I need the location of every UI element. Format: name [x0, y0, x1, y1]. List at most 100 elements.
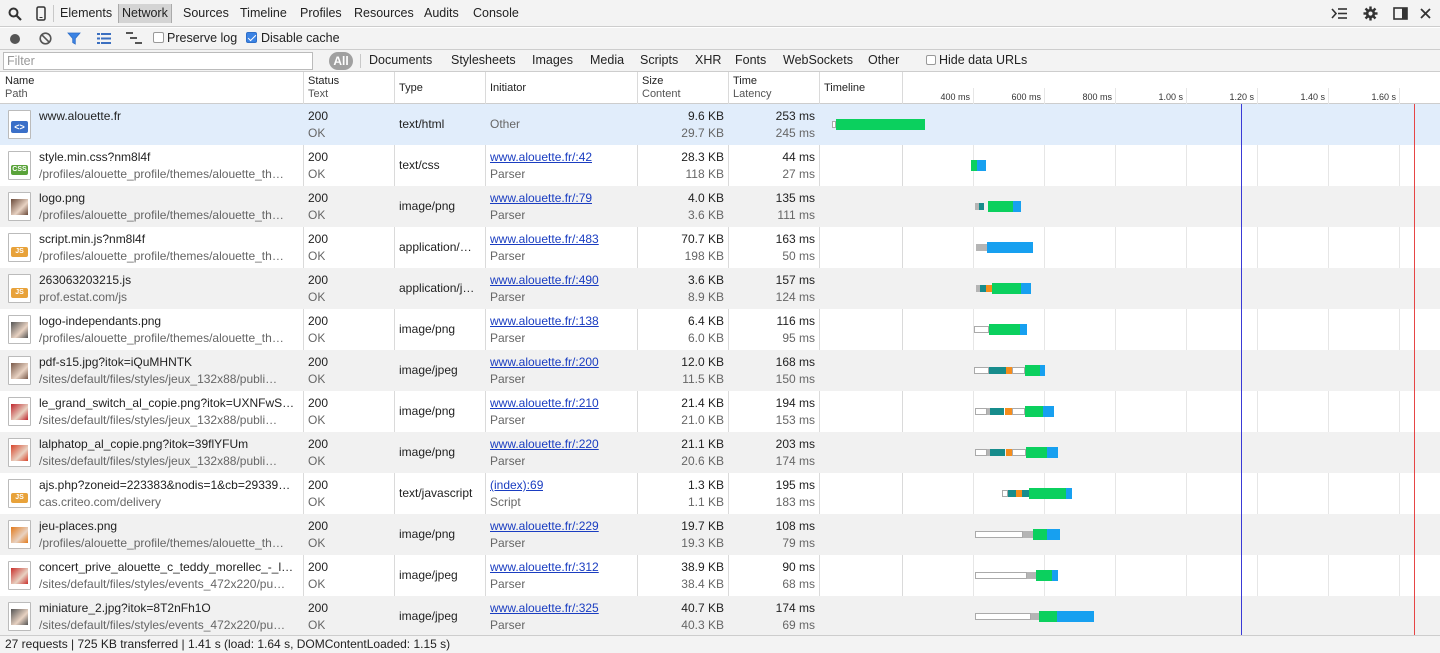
network-request-row[interactable]: <> www.alouette.fr 200 OK text/html Other 9.6 … [0, 104, 1440, 145]
inspect-search-icon[interactable] [8, 7, 22, 21]
request-name[interactable]: le_grand_switch_al_copie.png?itok=UXNFwS… [39, 395, 297, 412]
dock-side-icon[interactable] [1393, 7, 1408, 20]
status-text: OK [308, 249, 326, 263]
tab-timeline[interactable]: Timeline [240, 4, 287, 23]
filter-scripts[interactable]: Scripts [640, 53, 678, 67]
device-mode-icon[interactable] [36, 6, 46, 21]
tab-profiles[interactable]: Profiles [300, 4, 342, 23]
timeline-bar-wait [975, 449, 987, 456]
column-header-size[interactable]: Size Content [642, 75, 681, 101]
disable-cache-label[interactable]: Disable cache [261, 31, 340, 45]
network-request-row[interactable]: lalphatop_al_copie.png?itok=39flYFUm/sit… [0, 432, 1440, 473]
gear-icon[interactable] [1363, 6, 1378, 21]
column-header-name[interactable]: Name Path [5, 75, 34, 101]
filter-icon[interactable] [67, 32, 81, 45]
timeline-tick-label: 600 ms [1011, 92, 1041, 102]
request-initiator-link[interactable]: www.alouette.fr/:42 [490, 149, 592, 166]
network-request-row[interactable]: le_grand_switch_al_copie.png?itok=UXNFwS… [0, 391, 1440, 432]
request-initiator-link[interactable]: www.alouette.fr/:490 [490, 272, 599, 289]
request-name[interactable]: pdf-s15.jpg?itok=iQuMHNTK [39, 354, 297, 371]
network-request-row[interactable]: concert_prive_alouette_c_teddy_morellec_… [0, 555, 1440, 596]
request-name[interactable]: lalphatop_al_copie.png?itok=39flYFUm [39, 436, 297, 453]
timeline-bar-green [988, 201, 1013, 212]
request-name[interactable]: 263063203215.js [39, 272, 297, 289]
request-initiator-link[interactable]: www.alouette.fr/:325 [490, 600, 599, 617]
content-size: 40.3 KB [681, 618, 724, 632]
network-request-row[interactable]: logo-independants.png/profiles/alouette_… [0, 309, 1440, 350]
network-request-row[interactable]: logo.png/profiles/alouette_profile/theme… [0, 186, 1440, 227]
image-thumbnail-icon [8, 561, 31, 590]
preserve-log-label[interactable]: Preserve log [167, 31, 237, 45]
request-initiator-link[interactable]: www.alouette.fr/:200 [490, 354, 599, 371]
request-name[interactable]: jeu-places.png [39, 518, 297, 535]
request-initiator-link[interactable]: www.alouette.fr/:229 [490, 518, 599, 535]
network-request-row[interactable]: CSS style.min.css?nm8l4f/profiles/alouett… [0, 145, 1440, 186]
status-text: OK [308, 167, 326, 181]
request-name[interactable]: www.alouette.fr [39, 108, 297, 125]
request-name[interactable]: script.min.js?nm8l4f [39, 231, 297, 248]
tab-resources[interactable]: Resources [354, 4, 414, 23]
column-header-timeline[interactable]: Timeline [824, 82, 865, 95]
request-time: 135 ms [775, 191, 815, 205]
tab-elements[interactable]: Elements [60, 4, 112, 23]
request-type: image/png [399, 445, 456, 459]
request-initiator-link[interactable]: (index):69 [490, 477, 543, 494]
column-header-status[interactable]: Status Text [308, 75, 339, 101]
show-drawer-icon[interactable] [1331, 7, 1348, 20]
tab-audits[interactable]: Audits [424, 4, 459, 23]
filter-xhr[interactable]: XHR [695, 53, 721, 67]
timeline-bar-blue [1020, 324, 1027, 335]
filter-images[interactable]: Images [532, 53, 573, 67]
filter-documents[interactable]: Documents [369, 53, 432, 67]
timeline-bar-wait [975, 572, 1027, 579]
record-icon[interactable] [9, 33, 21, 45]
network-request-row[interactable]: miniature_2.jpg?itok=8T2nFh1O/sites/defa… [0, 596, 1440, 635]
filter-stylesheets[interactable]: Stylesheets [451, 53, 516, 67]
request-path: /sites/default/files/styles/jeux_132x88/… [39, 413, 278, 427]
request-time: 174 ms [775, 601, 815, 615]
filter-media[interactable]: Media [590, 53, 624, 67]
request-initiator-link[interactable]: www.alouette.fr/:220 [490, 436, 599, 453]
tab-console[interactable]: Console [473, 4, 519, 23]
tab-network[interactable]: Network [118, 4, 172, 23]
filter-all-button[interactable]: All [329, 52, 353, 70]
request-initiator-link[interactable]: www.alouette.fr/:210 [490, 395, 599, 412]
request-name[interactable]: ajs.php?zoneid=223383&nodis=1&cb=29339… [39, 477, 297, 494]
network-request-row[interactable]: jeu-places.png/profiles/alouette_profile… [0, 514, 1440, 555]
preserve-log-checkbox[interactable] [153, 32, 164, 43]
request-initiator-link[interactable]: www.alouette.fr/:483 [490, 231, 599, 248]
request-initiator-link[interactable]: www.alouette.fr/:138 [490, 313, 599, 330]
column-header-initiator[interactable]: Initiator [490, 82, 526, 95]
filter-websockets[interactable]: WebSockets [783, 53, 853, 67]
disable-cache-checkbox[interactable] [246, 32, 257, 43]
request-initiator-link[interactable]: www.alouette.fr/:79 [490, 190, 592, 207]
status-code: 200 [308, 519, 329, 533]
large-rows-icon[interactable] [97, 33, 111, 44]
initiator-type: Parser [490, 536, 526, 550]
request-latency: 27 ms [782, 167, 815, 181]
request-name[interactable]: style.min.css?nm8l4f [39, 149, 297, 166]
request-path: /profiles/alouette_profile/themes/alouet… [39, 167, 284, 181]
close-icon[interactable] [1420, 8, 1431, 19]
timeline-bar-green [1029, 488, 1066, 499]
filter-other[interactable]: Other [868, 53, 899, 67]
request-name[interactable]: logo.png [39, 190, 297, 207]
network-request-row[interactable]: pdf-s15.jpg?itok=iQuMHNTK/sites/default/… [0, 350, 1440, 391]
column-header-type[interactable]: Type [399, 82, 423, 95]
clear-icon[interactable] [39, 32, 52, 45]
overview-icon[interactable] [126, 32, 142, 45]
network-request-row[interactable]: JS script.min.js?nm8l4f/profiles/alouette… [0, 227, 1440, 268]
filter-input[interactable] [3, 52, 313, 70]
filter-fonts[interactable]: Fonts [735, 53, 766, 67]
hide-data-urls-checkbox[interactable] [926, 55, 936, 65]
request-name[interactable]: logo-independants.png [39, 313, 297, 330]
hide-data-urls-label[interactable]: Hide data URLs [939, 53, 1027, 67]
timeline-tick-label: 800 ms [1082, 92, 1112, 102]
tab-sources[interactable]: Sources [183, 4, 229, 23]
request-name[interactable]: concert_prive_alouette_c_teddy_morellec_… [39, 559, 297, 576]
network-request-row[interactable]: JS 263063203215.js prof.estat.com/js 200 OK a… [0, 268, 1440, 309]
request-name[interactable]: miniature_2.jpg?itok=8T2nFh1O [39, 600, 297, 617]
network-request-row[interactable]: JS ajs.php?zoneid=223383&nodis=1&cb=29339… [0, 473, 1440, 514]
column-header-time[interactable]: Time Latency [733, 75, 772, 101]
request-initiator-link[interactable]: www.alouette.fr/:312 [490, 559, 599, 576]
